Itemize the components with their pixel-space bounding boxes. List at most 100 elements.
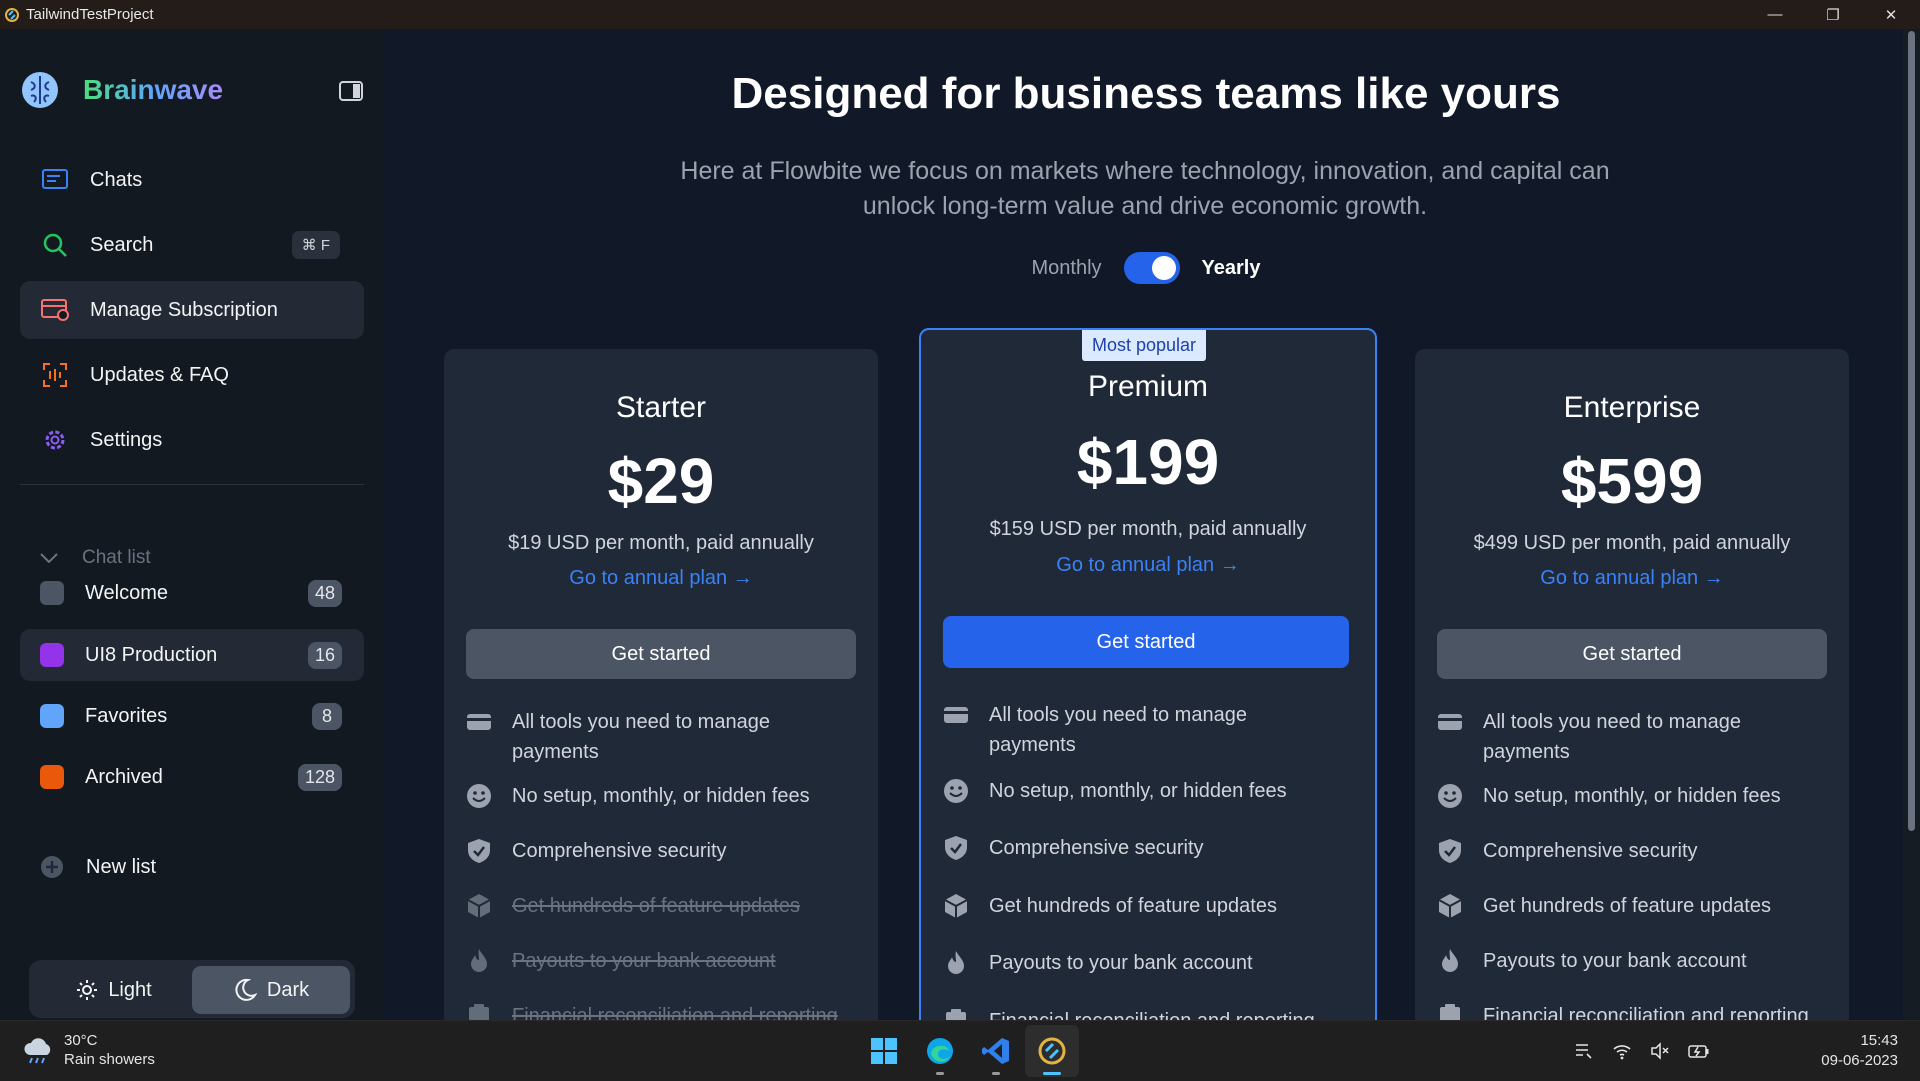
feature-text: No setup, monthly, or hidden fees	[512, 785, 810, 807]
collapse-sidebar-icon[interactable]	[339, 81, 363, 101]
feature-item: Get hundreds of feature updates	[1437, 891, 1771, 921]
list-item-ui8-production[interactable]: UI8 Production 16	[20, 629, 364, 681]
plan-price: $199	[1076, 426, 1220, 498]
restore-button[interactable]: ❐	[1804, 0, 1862, 29]
plan-name: Starter	[615, 391, 707, 424]
nav-chats[interactable]: Chats	[20, 151, 364, 209]
pricing-section: Designed for business teams like yours H…	[384, 29, 1903, 1020]
active-indicator	[1043, 1072, 1061, 1075]
feature-text: Comprehensive security	[1483, 840, 1698, 862]
weather-widget[interactable]: 30°C Rain showers	[22, 1031, 155, 1069]
feature-item: No setup, monthly, or hidden fees	[466, 781, 810, 811]
moon-icon	[235, 978, 257, 1001]
close-button[interactable]: ✕	[1862, 0, 1920, 29]
monthly-label[interactable]: Monthly	[1032, 257, 1102, 280]
chat-list-toggle[interactable]: Chat list	[40, 547, 151, 569]
get-started-button[interactable]: Get started	[943, 616, 1349, 668]
list-item-archived[interactable]: Archived 128	[20, 751, 364, 803]
annual-plan-link[interactable]: Go to annual plan →	[1415, 567, 1849, 590]
nav-manage-subscription[interactable]: Manage Subscription	[20, 281, 364, 339]
get-started-button[interactable]: Get started	[1437, 629, 1827, 679]
list-item-welcome[interactable]: Welcome 48	[20, 567, 364, 619]
taskbar: 30°C Rain showers 15:43 09-06-2023	[0, 1020, 1920, 1081]
annual-plan-link[interactable]: Go to annual plan →	[921, 554, 1375, 577]
cube-icon	[467, 894, 491, 918]
plus-circle-icon	[41, 856, 63, 878]
feature-text: Get hundreds of feature updates	[512, 895, 800, 917]
shield-check-icon	[945, 836, 967, 860]
sun-icon	[77, 980, 98, 1000]
feature-item: Payouts to your bank account	[1437, 946, 1747, 976]
vscode-taskbar-button[interactable]	[969, 1025, 1023, 1077]
feature-item: Payouts to your bank account	[943, 948, 1253, 978]
list-count-badge: 128	[297, 763, 342, 791]
plan-annual-price: $19 USD per month, paid annually	[508, 532, 814, 554]
updates-icon	[40, 360, 70, 390]
scrollbar-thumb[interactable]	[1908, 31, 1915, 831]
nav-label: Manage Subscription	[90, 298, 278, 321]
list-item-favorites[interactable]: Favorites 8	[20, 690, 364, 742]
new-list-label: New list	[86, 855, 157, 878]
minimize-button[interactable]: —	[1746, 0, 1804, 29]
weather-temp: 30°C	[64, 1032, 98, 1049]
billing-toggle-row: Monthly Yearly	[384, 252, 1903, 284]
nav-label: Search	[90, 233, 154, 256]
light-theme-button[interactable]: Light	[35, 966, 193, 1014]
search-icon	[40, 230, 70, 260]
plan-annual-price: $499 USD per month, paid annually	[1473, 532, 1791, 554]
smiley-icon	[944, 779, 968, 803]
credit-card-icon	[467, 714, 491, 730]
get-started-button[interactable]: Get started	[466, 629, 856, 679]
clipboard-icon	[469, 1004, 489, 1020]
theme-toggle: Light Dark	[29, 960, 355, 1018]
list-label: UI8 Production	[85, 643, 218, 666]
feature-text: Financial reconciliation and reporting	[989, 1006, 1315, 1020]
windows-start-button[interactable]	[857, 1025, 911, 1077]
plan-card-starter: Starter $29 $19 USD per month, paid annu…	[444, 349, 878, 1020]
plan-name: Enterprise	[1563, 391, 1701, 424]
feature-item: All tools you need to manage payments	[1437, 707, 1783, 767]
yearly-label[interactable]: Yearly	[1202, 257, 1261, 280]
battery-icon[interactable]	[1688, 1041, 1710, 1061]
brand[interactable]: Brainwave	[20, 70, 223, 110]
feature-item: No setup, monthly, or hidden fees	[1437, 781, 1781, 811]
edge-taskbar-button[interactable]	[913, 1025, 967, 1077]
nav-settings[interactable]: Settings	[20, 411, 364, 469]
annual-plan-link[interactable]: Go to annual plan →	[444, 567, 878, 590]
notification-list-icon[interactable]	[1574, 1041, 1594, 1061]
feature-item-disabled: Financial reconciliation and reporting	[466, 1001, 838, 1020]
billing-switch[interactable]	[1123, 252, 1180, 284]
feature-text: All tools you need to manage payments	[512, 711, 770, 763]
feature-item-disabled: Payouts to your bank account	[466, 946, 776, 976]
list-label: Archived	[85, 765, 163, 788]
running-indicator	[936, 1072, 944, 1075]
brain-logo-icon	[22, 72, 58, 108]
feature-text: No setup, monthly, or hidden fees	[1483, 785, 1781, 807]
list-color-swatch	[40, 704, 64, 728]
system-clock[interactable]: 15:43 09-06-2023	[1821, 1031, 1898, 1071]
list-count-badge: 8	[312, 702, 342, 730]
list-label: Welcome	[85, 581, 168, 604]
feature-text: All tools you need to manage payments	[1483, 711, 1741, 763]
nav-updates-faq[interactable]: Updates & FAQ	[20, 346, 364, 404]
app-taskbar-button[interactable]	[1025, 1025, 1079, 1077]
taskbar-apps	[856, 1025, 1080, 1077]
feature-text: Financial reconciliation and reporting	[512, 1005, 838, 1020]
search-shortcut: ⌘ F	[291, 231, 340, 259]
speaker-muted-icon[interactable]	[1650, 1041, 1670, 1061]
wifi-icon[interactable]	[1612, 1041, 1632, 1061]
plan-price: $599	[1560, 445, 1704, 517]
feature-item: Comprehensive security	[466, 836, 727, 866]
smiley-icon	[1438, 784, 1462, 808]
feature-item: Comprehensive security	[1437, 836, 1698, 866]
page-subtitle: Here at Flowbite we focus on markets whe…	[680, 157, 1610, 220]
vertical-scrollbar[interactable]	[1903, 29, 1920, 1020]
new-list-button[interactable]: New list	[40, 855, 156, 879]
plan-annual-price: $159 USD per month, paid annually	[989, 518, 1307, 540]
feature-text: Get hundreds of feature updates	[1483, 895, 1771, 917]
list-color-swatch	[40, 765, 64, 789]
feature-item: All tools you need to manage payments	[466, 707, 812, 767]
feature-item: All tools you need to manage payments	[943, 700, 1289, 760]
nav-search[interactable]: Search ⌘ F	[20, 216, 364, 274]
dark-theme-button[interactable]: Dark	[192, 966, 350, 1014]
